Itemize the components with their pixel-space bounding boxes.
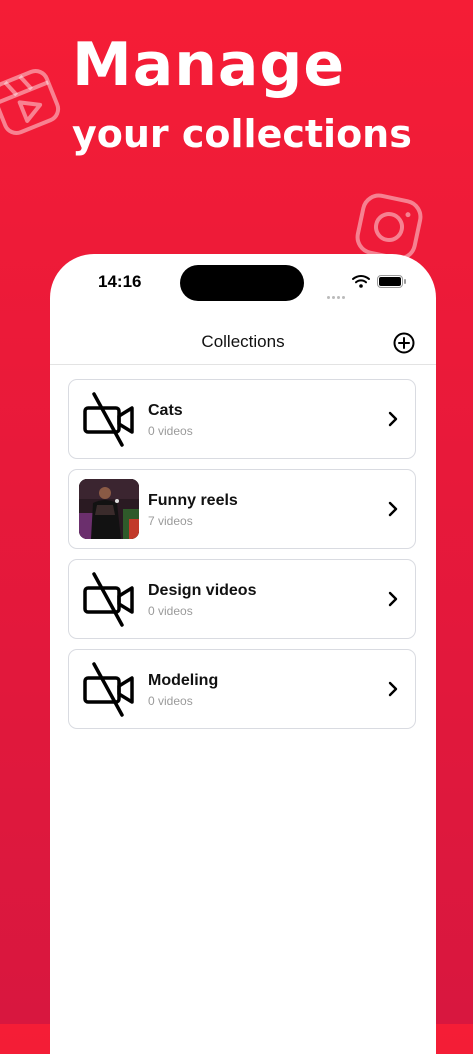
collections-list: Cats 0 videos Funny reels 7 videos Desig… <box>68 379 416 739</box>
video-off-icon <box>83 572 134 627</box>
collection-count: 7 videos <box>148 514 193 528</box>
page-title: Collections <box>201 332 285 351</box>
status-bar: 14:16 <box>50 254 436 318</box>
chevron-right-icon <box>388 681 398 697</box>
collection-item-design-videos[interactable]: Design videos 0 videos <box>68 559 416 639</box>
video-off-icon <box>83 392 134 447</box>
add-collection-button[interactable] <box>393 332 415 354</box>
headline-subtitle: your collections <box>72 112 412 156</box>
dynamic-island <box>180 265 304 301</box>
chevron-right-icon <box>388 501 398 517</box>
chevron-right-icon <box>388 591 398 607</box>
collection-name: Cats <box>148 402 183 419</box>
collection-name: Modeling <box>148 672 219 689</box>
battery-icon <box>377 275 406 288</box>
signal-icon <box>327 284 347 303</box>
collection-name: Funny reels <box>148 492 238 509</box>
headline-title: Manage <box>72 30 346 100</box>
nav-bar: Collections <box>50 318 436 365</box>
instagram-icon <box>355 193 423 261</box>
chevron-right-icon <box>388 411 398 427</box>
status-time: 14:16 <box>98 272 142 291</box>
collection-name: Design videos <box>148 582 257 599</box>
collection-count: 0 videos <box>148 694 193 708</box>
reel-icon <box>0 69 61 135</box>
collection-item-funny-reels[interactable]: Funny reels 7 videos <box>68 469 416 549</box>
video-off-icon <box>83 662 134 717</box>
collection-thumbnail <box>79 479 139 539</box>
collection-count: 0 videos <box>148 604 193 618</box>
collection-item-modeling[interactable]: Modeling 0 videos <box>68 649 416 729</box>
phone-screen: 14:16 Collections Cats 0 videos Funny re… <box>50 254 436 1054</box>
collection-count: 0 videos <box>148 424 193 438</box>
wifi-icon <box>352 275 370 288</box>
collection-item-cats[interactable]: Cats 0 videos <box>68 379 416 459</box>
